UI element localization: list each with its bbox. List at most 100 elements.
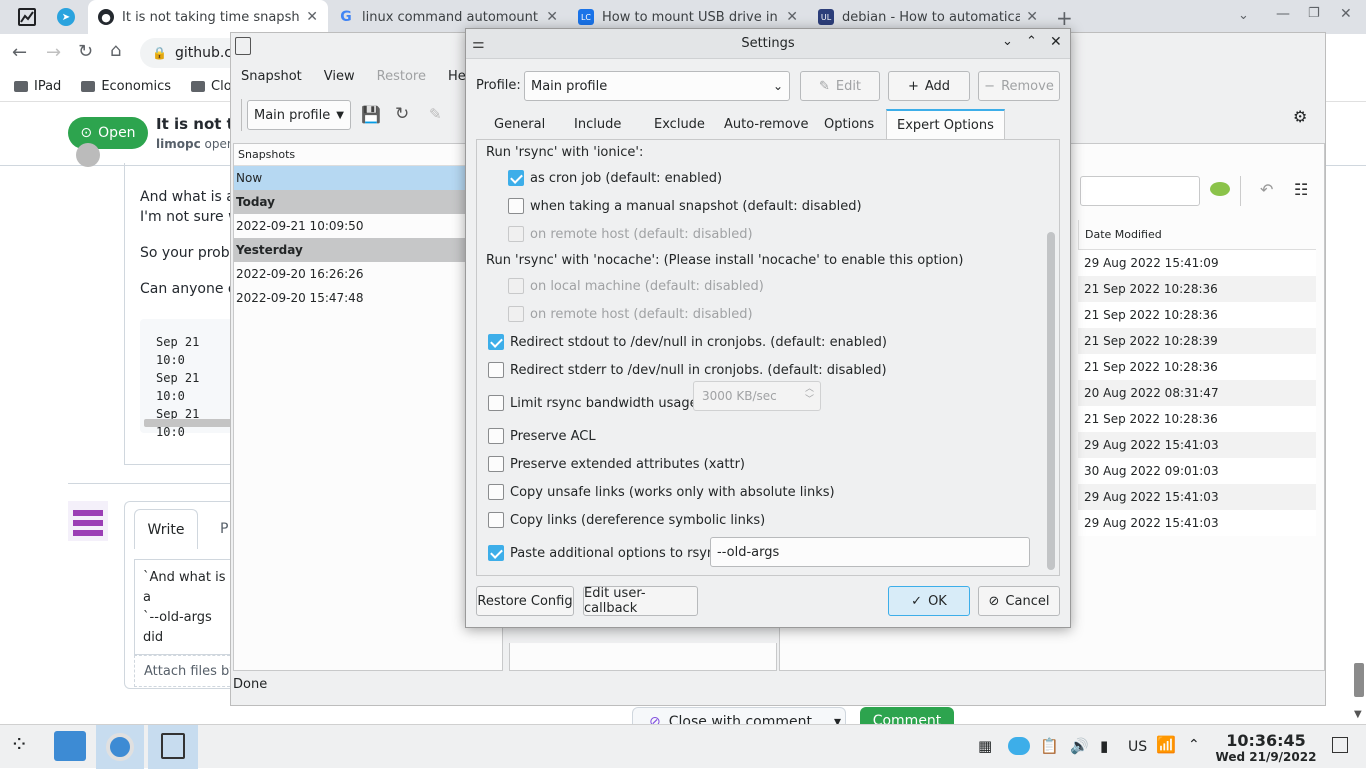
comment-textarea[interactable]: `And what is a `--old-args did bbox=[134, 559, 230, 655]
forward-icon[interactable]: → bbox=[46, 42, 61, 63]
page-scrollbar[interactable] bbox=[1354, 663, 1364, 697]
tab-options[interactable]: Options bbox=[814, 109, 884, 139]
chevron-up-icon[interactable]: ⌃ bbox=[1026, 34, 1037, 49]
nocache-remote-checkbox[interactable] bbox=[508, 306, 524, 322]
add-profile-button[interactable]: + Add bbox=[888, 71, 970, 101]
nocache-remote-label: on remote host (default: disabled) bbox=[530, 307, 753, 322]
tab-title: It is not taking time snapshot bbox=[122, 9, 301, 25]
copy-links-checkbox[interactable] bbox=[488, 512, 504, 528]
spin-arrows-icon[interactable]: ︿ ﹀ bbox=[805, 384, 814, 406]
new-tab-icon[interactable]: + bbox=[1056, 6, 1073, 30]
tab-preview[interactable]: P bbox=[220, 521, 228, 537]
close-tab-icon[interactable]: ✕ bbox=[1026, 9, 1038, 25]
reload-icon[interactable]: ↻ bbox=[78, 41, 93, 62]
tab-include[interactable]: Include bbox=[564, 109, 631, 139]
maximize-icon[interactable]: ❐ bbox=[1308, 6, 1320, 21]
paste-options-checkbox[interactable] bbox=[488, 545, 504, 561]
volume-icon[interactable]: 🔊 bbox=[1070, 737, 1089, 755]
preserve-acl-label: Preserve ACL bbox=[510, 429, 596, 444]
app-launcher-icon[interactable]: ⁘ bbox=[10, 733, 28, 758]
snapshot-item[interactable]: 2022-09-21 10:09:50 bbox=[234, 214, 502, 238]
bookmark-economics[interactable]: Economics bbox=[81, 79, 171, 94]
preserve-acl-checkbox[interactable] bbox=[488, 428, 504, 444]
close-tab-icon[interactable]: ✕ bbox=[546, 9, 558, 25]
issue-open-badge: ⊙ Open bbox=[68, 117, 148, 149]
menu-view[interactable]: View bbox=[324, 69, 355, 84]
edit-pencil-icon[interactable]: ✎ bbox=[429, 105, 442, 123]
bookmark-label: Economics bbox=[101, 79, 172, 94]
edit-user-callback-button[interactable]: Edit user-callback bbox=[583, 586, 698, 616]
wifi-icon[interactable]: 📶 bbox=[1156, 735, 1176, 754]
minimize-icon[interactable]: — bbox=[1276, 6, 1290, 22]
clipboard-icon[interactable]: 📋 bbox=[1040, 737, 1059, 755]
file-manager-icon[interactable] bbox=[54, 731, 86, 761]
tray-expand-icon[interactable]: ⌃ bbox=[1188, 737, 1200, 753]
keyboard-layout[interactable]: US bbox=[1128, 739, 1147, 755]
close-icon[interactable]: ✕ bbox=[1050, 34, 1062, 50]
settings-icon[interactable]: ⚙ bbox=[1293, 107, 1307, 126]
activity-icon[interactable] bbox=[18, 8, 36, 26]
redirect-stdout-checkbox[interactable] bbox=[488, 334, 504, 350]
paste-options-input[interactable]: --old-args bbox=[710, 537, 1030, 567]
edit-profile-button[interactable]: ✎ Edit bbox=[800, 71, 880, 101]
url-text: github.c bbox=[174, 45, 232, 61]
remove-profile-button[interactable]: − Remove bbox=[978, 71, 1060, 101]
back-icon[interactable]: ← bbox=[12, 42, 27, 63]
chrome-taskbar-item[interactable] bbox=[96, 725, 144, 769]
tab-github-issue[interactable]: ● It is not taking time snapshot ✕ bbox=[88, 0, 328, 34]
snapshot-now[interactable]: Now bbox=[234, 166, 502, 190]
take-snapshot-icon[interactable]: 💾 bbox=[361, 105, 381, 124]
refresh-icon[interactable]: ↻ bbox=[395, 104, 409, 124]
cloud-sync-icon[interactable] bbox=[1008, 737, 1030, 755]
close-tab-icon[interactable]: ✕ bbox=[306, 9, 318, 25]
redirect-stderr-checkbox[interactable] bbox=[488, 362, 504, 378]
scroll-down-icon[interactable]: ▼ bbox=[1354, 709, 1362, 720]
cancel-button[interactable]: ⊘ Cancel bbox=[978, 586, 1060, 616]
backintime-taskbar-item[interactable] bbox=[148, 725, 198, 769]
limit-bandwidth-checkbox[interactable] bbox=[488, 395, 504, 411]
chevron-down-icon[interactable]: ⌄ bbox=[1002, 34, 1013, 49]
restore-config-button[interactable]: Restore Config bbox=[476, 586, 574, 616]
ionice-cron-checkbox[interactable] bbox=[508, 170, 524, 186]
tab-exclude[interactable]: Exclude bbox=[644, 109, 715, 139]
snapshot-item[interactable]: 2022-09-20 16:26:26 bbox=[234, 262, 502, 286]
ionice-manual-checkbox[interactable] bbox=[508, 198, 524, 214]
clock[interactable]: 10:36:45 Wed 21/9/2022 bbox=[1212, 731, 1320, 764]
bookmark-ipad[interactable]: IPad bbox=[14, 79, 61, 94]
menu-snapshot[interactable]: Snapshot bbox=[241, 69, 302, 84]
show-hidden-icon[interactable] bbox=[1210, 182, 1230, 196]
battery-icon[interactable]: ▮ bbox=[1100, 737, 1108, 755]
tab-write[interactable]: Write bbox=[134, 509, 198, 549]
redirect-stderr-label: Redirect stderr to /dev/null in cronjobs… bbox=[510, 363, 887, 378]
tab-auto-remove[interactable]: Auto-remove bbox=[714, 109, 818, 139]
code-scrollbar[interactable] bbox=[144, 419, 232, 427]
list-view-icon[interactable]: ☷ bbox=[1294, 180, 1308, 199]
bandwidth-spinbox[interactable]: 3000 KB/sec ︿ ﹀ bbox=[693, 381, 821, 411]
ionice-remote-checkbox[interactable] bbox=[508, 226, 524, 242]
tab-general[interactable]: General bbox=[484, 109, 555, 139]
copy-unsafe-links-checkbox[interactable] bbox=[488, 484, 504, 500]
close-window-icon[interactable]: ✕ bbox=[1340, 6, 1352, 22]
menu-restore[interactable]: Restore bbox=[377, 69, 426, 84]
telegram-icon[interactable]: ➤ bbox=[57, 8, 75, 26]
undo-icon[interactable]: ↶ bbox=[1260, 180, 1273, 199]
filter-input[interactable] bbox=[1080, 176, 1200, 206]
tab-expert-options[interactable]: Expert Options bbox=[886, 109, 1005, 139]
chevron-down-icon: ▼ bbox=[336, 109, 344, 121]
ok-button[interactable]: ✓ OK bbox=[888, 586, 970, 616]
tab-search-icon[interactable]: ⌄ bbox=[1238, 8, 1249, 23]
nocache-local-checkbox[interactable] bbox=[508, 278, 524, 294]
home-icon[interactable]: ⌂ bbox=[110, 40, 121, 61]
show-desktop-icon[interactable] bbox=[1332, 737, 1348, 753]
profile-select[interactable]: Main profile ⌄ bbox=[524, 71, 790, 101]
keyboard-grid-icon[interactable]: ▦ bbox=[978, 737, 992, 755]
date-modified-header[interactable]: Date Modified bbox=[1078, 220, 1316, 250]
close-tab-icon[interactable]: ✕ bbox=[786, 9, 798, 25]
settings-dialog: ⚌ Settings ⌄ ⌃ ✕ Profile: Main profile ⌄ … bbox=[465, 28, 1071, 628]
attach-files[interactable]: Attach files by bbox=[134, 655, 230, 687]
issue-author[interactable]: limopc bbox=[156, 137, 201, 151]
panel-scrollbar[interactable] bbox=[1047, 232, 1055, 570]
profile-combo[interactable]: Main profile ▼ bbox=[247, 100, 351, 130]
preserve-xattr-checkbox[interactable] bbox=[488, 456, 504, 472]
snapshot-item[interactable]: 2022-09-20 15:47:48 bbox=[234, 286, 502, 310]
